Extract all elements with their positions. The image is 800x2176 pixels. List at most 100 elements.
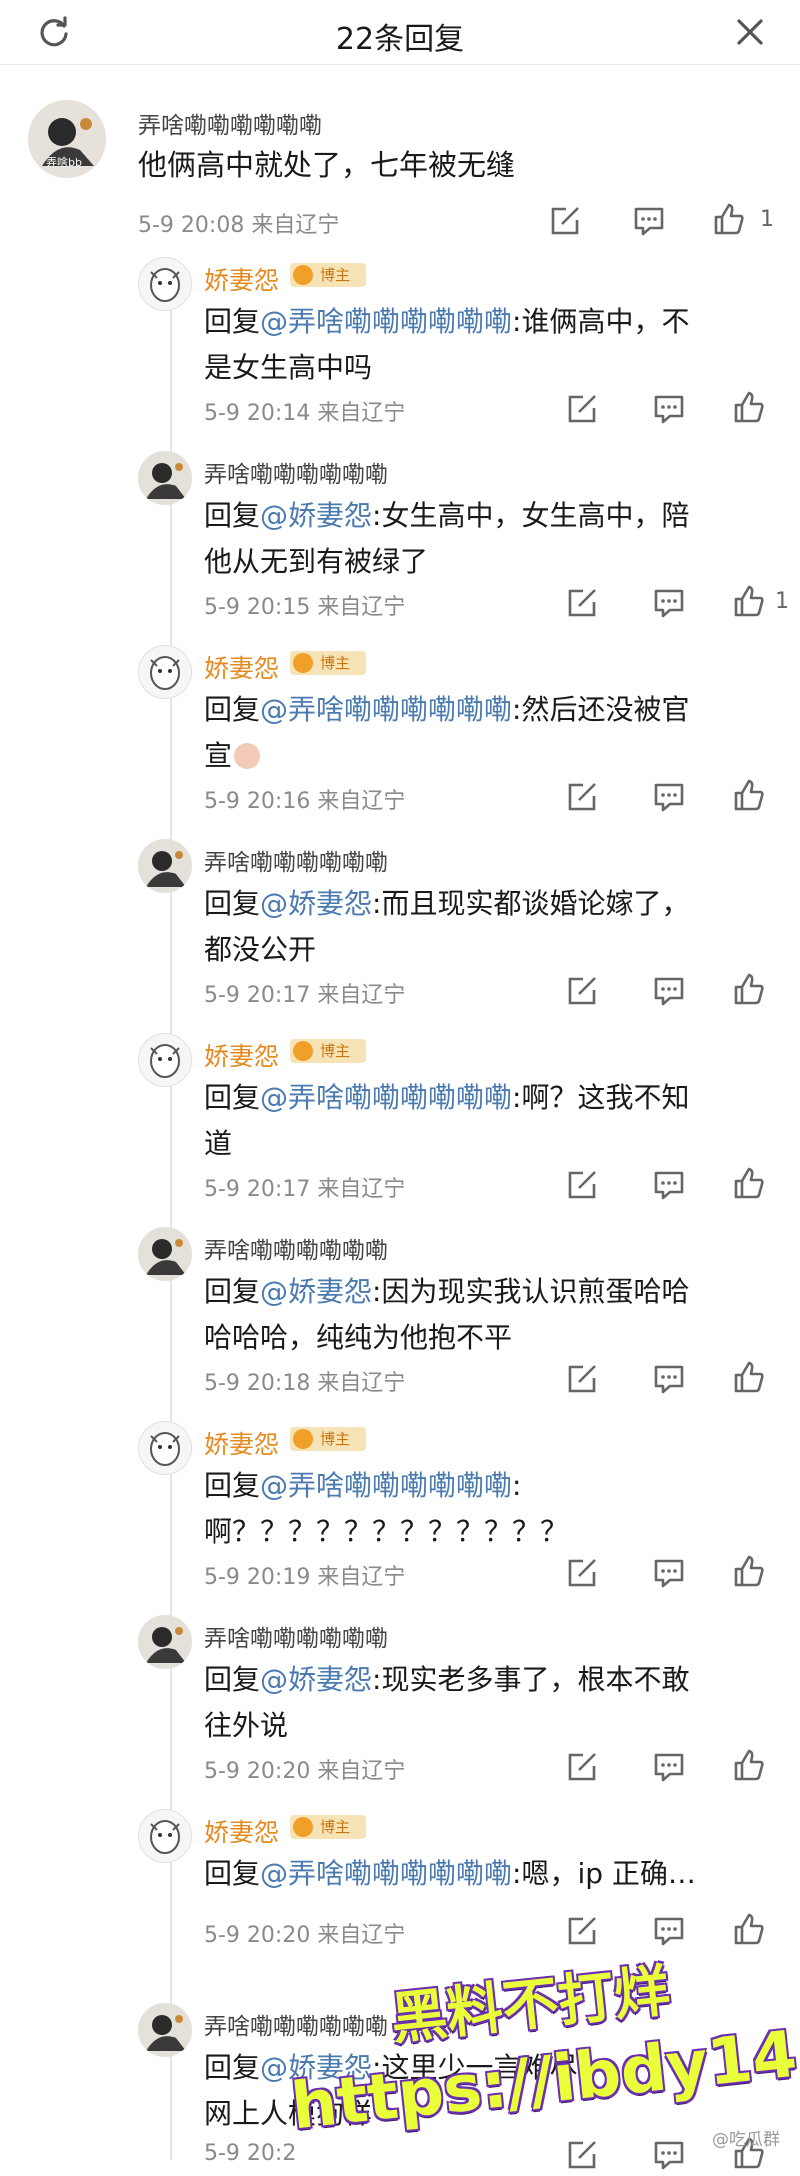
reply-text-line2: 宣: [204, 733, 261, 779]
avatar[interactable]: 弄啥bb: [28, 100, 106, 178]
like-icon[interactable]: [732, 972, 766, 1006]
repost-icon[interactable]: [565, 1556, 599, 1590]
like-icon[interactable]: [732, 1554, 766, 1588]
avatar[interactable]: [138, 257, 192, 311]
author-name[interactable]: 娇妻怨: [204, 1813, 279, 1849]
avatar[interactable]: [138, 1227, 192, 1281]
comment-icon[interactable]: [652, 1750, 686, 1784]
blogger-badge: 博主: [290, 651, 366, 675]
reply-line-2: 哈哈哈，纯纯为他抱不平: [204, 1321, 513, 1354]
author-name[interactable]: 弄啥嘞嘞嘞嘞嘞嘞: [204, 455, 388, 489]
crown-icon: [293, 1429, 313, 1449]
mention-link[interactable]: @弄啥嘞嘞嘞嘞嘞嘞: [260, 1857, 512, 1890]
repost-icon[interactable]: [565, 392, 599, 426]
reply-line-2: 道: [204, 1127, 233, 1160]
avatar[interactable]: [138, 645, 192, 699]
author-name[interactable]: 弄啥嘞嘞嘞嘞嘞嘞: [204, 2007, 388, 2041]
comment-icon[interactable]: [652, 780, 686, 814]
avatar[interactable]: [138, 839, 192, 893]
author-name[interactable]: 弄啥嘞嘞嘞嘞嘞嘞: [204, 843, 388, 877]
avatar[interactable]: [138, 2003, 192, 2057]
like-icon[interactable]: [732, 1360, 766, 1394]
reply-line-1: :因为现实我认识煎蛋哈哈: [372, 1275, 690, 1308]
like-icon[interactable]: [732, 1912, 766, 1946]
reply-text: 回复@娇妻怨:现实老多事了，根本不敢: [204, 1657, 689, 1703]
author-name[interactable]: 娇妻怨: [204, 261, 279, 297]
badge-label: 博主: [320, 266, 351, 284]
avatar-caption: 弄啥bb: [46, 156, 82, 169]
reply-line-2: 他从无到有被绿了: [204, 545, 429, 578]
like-count: 1: [760, 207, 774, 232]
reply-prefix: 回复: [204, 305, 261, 338]
mention-link[interactable]: @娇妻怨: [260, 499, 372, 532]
comment-icon[interactable]: [652, 974, 686, 1008]
avatar[interactable]: [138, 1421, 192, 1475]
avatar[interactable]: [138, 451, 192, 505]
like-icon[interactable]: [732, 1748, 766, 1782]
comment-icon[interactable]: [652, 1362, 686, 1396]
mention-link[interactable]: @弄啥嘞嘞嘞嘞嘞嘞: [260, 1469, 512, 1502]
mention-link[interactable]: @娇妻怨: [260, 887, 372, 920]
badge-label: 博主: [320, 654, 351, 672]
repost-icon[interactable]: [565, 1914, 599, 1948]
badge-label: 博主: [320, 1818, 351, 1836]
repost-icon[interactable]: [565, 974, 599, 1008]
comment-icon[interactable]: [652, 392, 686, 426]
like-icon[interactable]: [732, 1166, 766, 1200]
comment-text: 他俩高中就处了，七年被无缝: [138, 148, 516, 182]
avatar[interactable]: [138, 1809, 192, 1863]
author-name[interactable]: 娇妻怨: [204, 1037, 279, 1073]
reply-text-line2: 他从无到有被绿了: [204, 539, 428, 585]
mention-link[interactable]: @娇妻怨: [260, 1275, 372, 1308]
close-icon[interactable]: [732, 14, 768, 50]
reply-line-2: 是女生高中吗: [204, 351, 373, 384]
repost-icon[interactable]: [565, 780, 599, 814]
author-name[interactable]: 弄啥嘞嘞嘞嘞嘞嘞: [204, 1619, 388, 1653]
comment-icon[interactable]: [652, 586, 686, 620]
like-icon[interactable]: [732, 390, 766, 424]
like-count: 1: [775, 589, 789, 614]
mention-link[interactable]: @娇妻怨: [260, 1663, 372, 1696]
repost-icon[interactable]: [565, 1168, 599, 1202]
avatar[interactable]: [138, 1033, 192, 1087]
reply-text: 回复@娇妻怨:因为现实我认识煎蛋哈哈: [204, 1269, 689, 1315]
reply-text: 回复@娇妻怨:而且现实都谈婚论嫁了，: [204, 881, 689, 927]
badge-label: 博主: [320, 1042, 351, 1060]
reply-prefix: 回复: [204, 887, 261, 920]
timestamp: 5-9 20:17 来自辽宁: [204, 983, 406, 1008]
comment-icon[interactable]: [652, 1168, 686, 1202]
author-name[interactable]: 弄啥嘞嘞嘞嘞嘞嘞: [138, 106, 322, 140]
reply-line-1: :谁俩高中，不: [512, 305, 690, 338]
repost-icon[interactable]: [565, 586, 599, 620]
mention-link[interactable]: @弄啥嘞嘞嘞嘞嘞嘞: [260, 1081, 512, 1114]
top-bar: 22条回复: [0, 0, 800, 65]
reply-prefix: 回复: [204, 1081, 261, 1114]
mention-link[interactable]: @弄啥嘞嘞嘞嘞嘞嘞: [260, 305, 512, 338]
comment-icon[interactable]: [652, 1914, 686, 1948]
reply-line-2: 都没公开: [204, 933, 317, 966]
page-title: 22条回复: [335, 22, 465, 57]
repost-icon[interactable]: [565, 2138, 599, 2172]
blogger-badge: 博主: [290, 263, 366, 287]
reply-prefix: 回复: [204, 1663, 261, 1696]
like-icon[interactable]: [712, 202, 746, 236]
mention-link[interactable]: @弄啥嘞嘞嘞嘞嘞嘞: [260, 693, 512, 726]
comment-icon[interactable]: [652, 2138, 686, 2172]
comment-icon[interactable]: [632, 204, 666, 238]
repost-icon[interactable]: [565, 1362, 599, 1396]
like-icon[interactable]: [732, 584, 766, 618]
reply-text: 回复@弄啥嘞嘞嘞嘞嘞嘞:嗯，ip 正确…: [204, 1851, 696, 1897]
comment-icon[interactable]: [652, 1556, 686, 1590]
reply-prefix: 回复: [204, 2051, 261, 2084]
reply-text-line2: 都没公开: [204, 927, 316, 973]
crown-icon: [293, 653, 313, 673]
avatar[interactable]: [138, 1615, 192, 1669]
reply-line-1: :女生高中，女生高中，陪: [372, 499, 690, 532]
author-name[interactable]: 娇妻怨: [204, 1425, 279, 1461]
like-icon[interactable]: [732, 778, 766, 812]
repost-icon[interactable]: [548, 204, 582, 238]
author-name[interactable]: 弄啥嘞嘞嘞嘞嘞嘞: [204, 1231, 388, 1265]
repost-icon[interactable]: [565, 1750, 599, 1784]
author-name[interactable]: 娇妻怨: [204, 649, 279, 685]
timestamp: 5-9 20:20 来自辽宁: [204, 1923, 406, 1948]
